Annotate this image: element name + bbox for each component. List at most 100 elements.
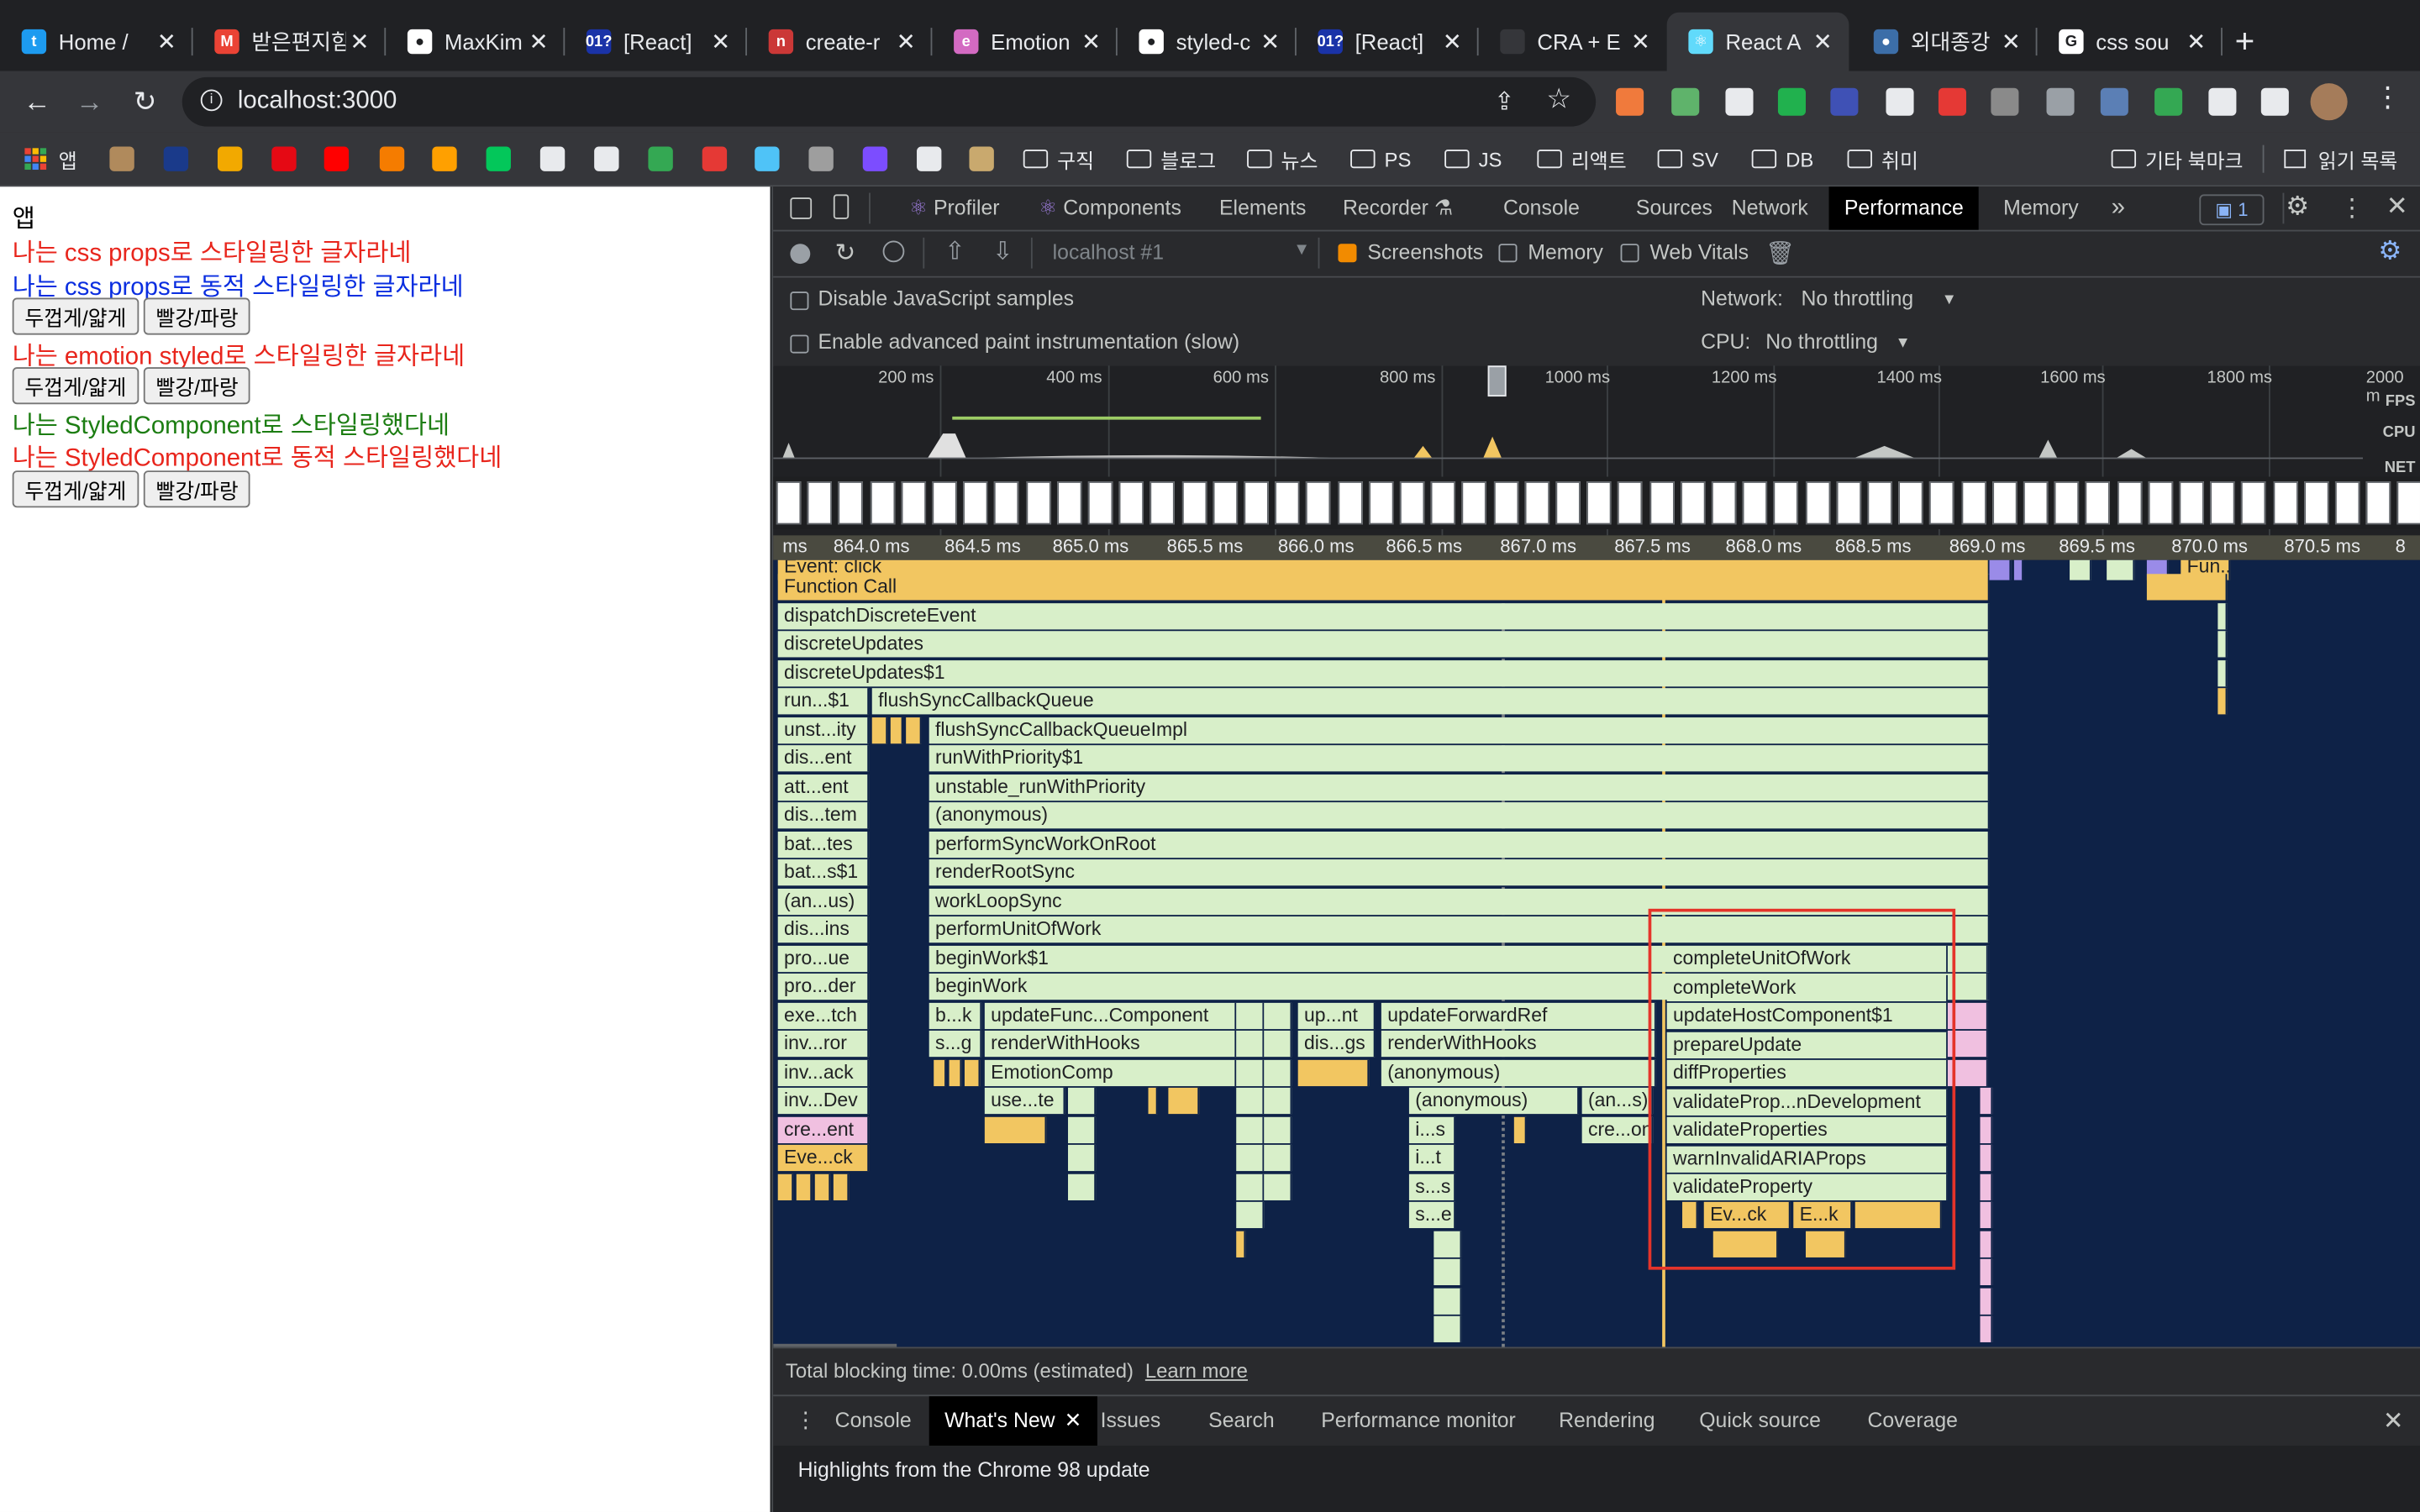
- screenshot-thumbnail[interactable]: [2334, 481, 2360, 525]
- bookmark-favicon[interactable]: [648, 146, 673, 171]
- screenshot-thumbnail[interactable]: [1213, 481, 1238, 525]
- screenshot-thumbnail[interactable]: [1306, 481, 1331, 525]
- flame-chart[interactable]: Event: click Function Call dispatchDiscret…: [773, 559, 2420, 1347]
- toggle-bold-button-1[interactable]: 두껍게/얇게: [12, 297, 139, 335]
- browser-tab[interactable]: ⚛ React A ✕: [1666, 12, 1849, 71]
- flame-event[interactable]: [1264, 1002, 1292, 1030]
- flame-event[interactable]: [1980, 1116, 1993, 1144]
- drawer-tab-coverage[interactable]: Coverage: [1867, 1396, 1958, 1446]
- task-chunk[interactable]: [1236, 1231, 1246, 1257]
- close-tab-icon[interactable]: ✕: [707, 28, 734, 55]
- screenshot-thumbnail[interactable]: [1181, 481, 1207, 525]
- bookmark-favicon[interactable]: [539, 146, 566, 171]
- flame-event[interactable]: [1236, 1116, 1265, 1144]
- puzzle-icon[interactable]: [2208, 87, 2237, 116]
- bookmark-folder[interactable]: JS: [1444, 145, 1502, 173]
- task-chunk[interactable]: [890, 717, 903, 744]
- task-chunk[interactable]: [984, 1116, 1047, 1144]
- call-stack-left-bar[interactable]: dis...ins: [777, 916, 870, 943]
- browser-tab[interactable]: Gcss sou ✕: [2037, 13, 2223, 71]
- screenshot-thumbnail[interactable]: [2241, 481, 2267, 525]
- screenshot-thumbnail[interactable]: [2117, 481, 2142, 525]
- bookmark-favicon[interactable]: [109, 146, 134, 171]
- flame-event[interactable]: [2070, 559, 2091, 580]
- bookmark-favicon[interactable]: [917, 146, 942, 171]
- range-selection-handle[interactable]: [1487, 365, 1507, 397]
- extension-icon[interactable]: [1938, 87, 1966, 116]
- call-stack-left-bar[interactable]: unst...ity: [777, 717, 870, 743]
- screenshot-thumbnail[interactable]: [1150, 481, 1176, 525]
- network-throttle-select[interactable]: No throttling: [1801, 287, 1913, 311]
- upload-icon[interactable]: ⇧: [944, 236, 965, 267]
- drawer-tab-performance-monitor[interactable]: Performance monitor: [1321, 1396, 1516, 1446]
- bookmark-favicon[interactable]: [702, 146, 728, 171]
- bookmark-favicon[interactable]: [969, 146, 994, 171]
- flame-event[interactable]: [1980, 1288, 1993, 1315]
- screenshot-thumbnail[interactable]: [1555, 481, 1581, 525]
- bookmark-favicon[interactable]: [594, 146, 619, 171]
- screenshot-thumbnail[interactable]: [1649, 481, 1675, 525]
- tab-components[interactable]: ⚛ Components: [1039, 186, 1181, 229]
- flame-event[interactable]: [1068, 1144, 1097, 1172]
- flame-event[interactable]: [2013, 559, 2023, 580]
- call-stack-left-bar[interactable]: inv...ack: [777, 1058, 870, 1086]
- call-stack-bar[interactable]: flushSyncCallbackQueueImpl: [929, 717, 1990, 744]
- internal-bar[interactable]: i...t: [1408, 1144, 1456, 1172]
- flame-event[interactable]: [1264, 1173, 1292, 1200]
- flame-event[interactable]: [1980, 1173, 1993, 1200]
- extension-icon[interactable]: [1616, 87, 1644, 116]
- flame-event[interactable]: [1434, 1231, 1462, 1257]
- task-chunk[interactable]: [871, 717, 888, 744]
- anonymous-function-bar[interactable]: (anonymous): [1408, 1087, 1579, 1115]
- browser-tab[interactable]: e Emotion ✕: [932, 13, 1118, 71]
- call-stack-left-bar[interactable]: (an...us): [777, 888, 870, 915]
- record-button[interactable]: [790, 244, 811, 265]
- task-chunk[interactable]: [1168, 1087, 1200, 1115]
- drawer-tab-quick-source[interactable]: Quick source: [1699, 1396, 1821, 1446]
- flame-event[interactable]: [1980, 1315, 1993, 1342]
- bookmark-folder[interactable]: 블로그: [1126, 145, 1216, 173]
- browser-tab[interactable]: ● styled-c ✕: [1118, 13, 1297, 71]
- screenshot-thumbnail[interactable]: [2054, 481, 2080, 525]
- screenshot-thumbnail[interactable]: [1836, 481, 1861, 525]
- close-tab-icon[interactable]: ✕: [1439, 28, 1466, 55]
- flame-event[interactable]: [1264, 1030, 1292, 1058]
- extension-icon[interactable]: [1671, 87, 1700, 116]
- screenshot-thumbnail[interactable]: [1337, 481, 1363, 525]
- tab-sources[interactable]: Sources: [1636, 186, 1712, 229]
- dispatch-discrete-event-bar[interactable]: dispatchDiscreteEvent: [777, 603, 1990, 630]
- flame-event[interactable]: [1236, 1059, 1265, 1087]
- learn-more-link[interactable]: Learn more: [1145, 1359, 1248, 1383]
- screenshot-thumbnail[interactable]: [1493, 481, 1518, 525]
- screenshot-thumbnail[interactable]: [1867, 481, 1892, 525]
- browser-tab[interactable]: 01? [React] ✕: [565, 13, 747, 71]
- task-chunk[interactable]: [1297, 1059, 1370, 1087]
- bookmark-folder[interactable]: PS: [1350, 145, 1411, 173]
- bookmark-favicon[interactable]: [862, 146, 888, 171]
- toggle-bold-button-3[interactable]: 두껍게/얇게: [12, 470, 139, 508]
- issues-badge[interactable]: ▣ 1: [2199, 194, 2265, 226]
- close-tab-icon[interactable]: ✕: [1077, 28, 1105, 55]
- pen-icon[interactable]: [1725, 87, 1754, 116]
- call-stack-left-bar[interactable]: exe...tch: [777, 1001, 870, 1029]
- flame-event[interactable]: [1264, 1116, 1292, 1144]
- screenshots-checkbox[interactable]: [1338, 244, 1357, 263]
- task-chunk[interactable]: [934, 1059, 946, 1087]
- screenshot-thumbnail[interactable]: [807, 481, 833, 525]
- bookmark-star-icon[interactable]: ☆: [1546, 83, 1571, 116]
- call-stack-bar[interactable]: (anonymous): [929, 802, 1990, 829]
- flame-event[interactable]: [1236, 1173, 1265, 1200]
- close-icon[interactable]: ✕: [1065, 1409, 1082, 1432]
- flame-event[interactable]: [1068, 1087, 1097, 1115]
- screenshot-thumbnail[interactable]: [2303, 481, 2329, 525]
- screenshot-thumbnail[interactable]: [1960, 481, 1986, 525]
- begin-work-child-bar[interactable]: b...k: [929, 1002, 982, 1030]
- bookmark-favicon[interactable]: [324, 146, 350, 171]
- tab-network[interactable]: Network: [1732, 186, 1808, 229]
- toggle-bold-button-2[interactable]: 두껍게/얇게: [12, 367, 139, 405]
- task-chunk[interactable]: [777, 1173, 794, 1200]
- extension-icon[interactable]: [1991, 87, 2019, 116]
- flame-event[interactable]: [1236, 1144, 1265, 1172]
- render-with-hooks-bar[interactable]: renderWithHooks: [984, 1030, 1237, 1058]
- garbage-collect-icon[interactable]: 🗑: [1765, 239, 1795, 267]
